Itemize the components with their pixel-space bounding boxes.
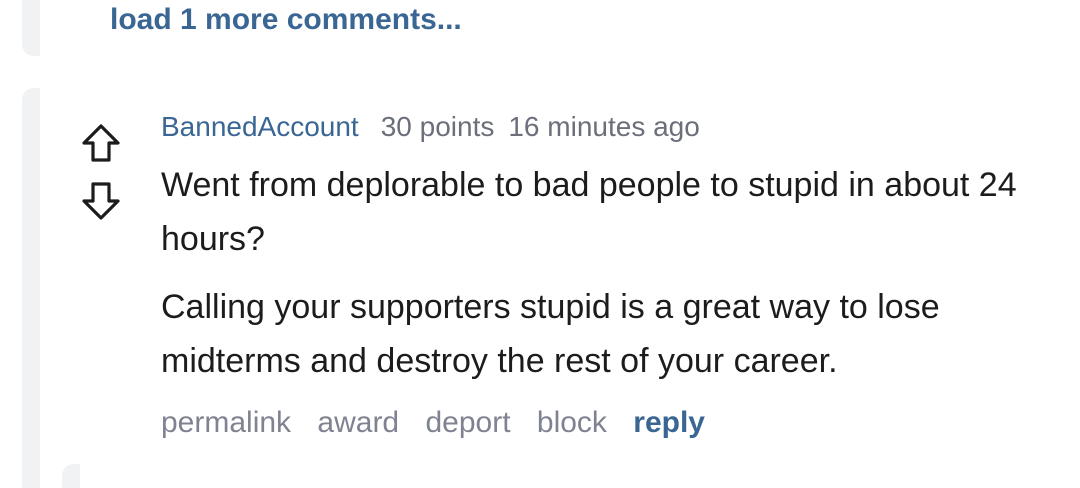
thread-indent-line (22, 0, 40, 56)
comment-paragraph: Went from deplorable to bad people to st… (161, 166, 1017, 258)
arrow-down-icon (82, 182, 120, 220)
permalink-button[interactable]: permalink (161, 406, 291, 439)
comment-paragraph: Calling your supporters stupid is a grea… (161, 288, 940, 380)
comment-actions: permalink award deport block reply (161, 402, 723, 444)
comment-thread: load 1 more comments... BannedAccount 30 … (0, 0, 1080, 488)
comment-timestamp: 16 minutes ago (508, 111, 700, 142)
comment-points: 30 points (380, 111, 495, 142)
downvote-button[interactable] (80, 180, 122, 222)
comment-author-link[interactable]: BannedAccount (161, 111, 359, 142)
thread-indent-line (22, 88, 40, 488)
upvote-button[interactable] (80, 122, 122, 164)
deport-button[interactable]: deport (425, 406, 510, 439)
block-button[interactable]: block (537, 406, 607, 439)
comment-meta: BannedAccount 30 points 16 minutes ago (161, 107, 700, 147)
reply-button[interactable]: reply (633, 406, 705, 439)
child-thread-indent-line (62, 464, 80, 488)
comment-body: Went from deplorable to bad people to st… (161, 158, 1061, 402)
load-more-comments-link[interactable]: load 1 more comments... (110, 0, 462, 40)
award-button[interactable]: award (317, 406, 399, 439)
arrow-up-icon (82, 124, 120, 162)
